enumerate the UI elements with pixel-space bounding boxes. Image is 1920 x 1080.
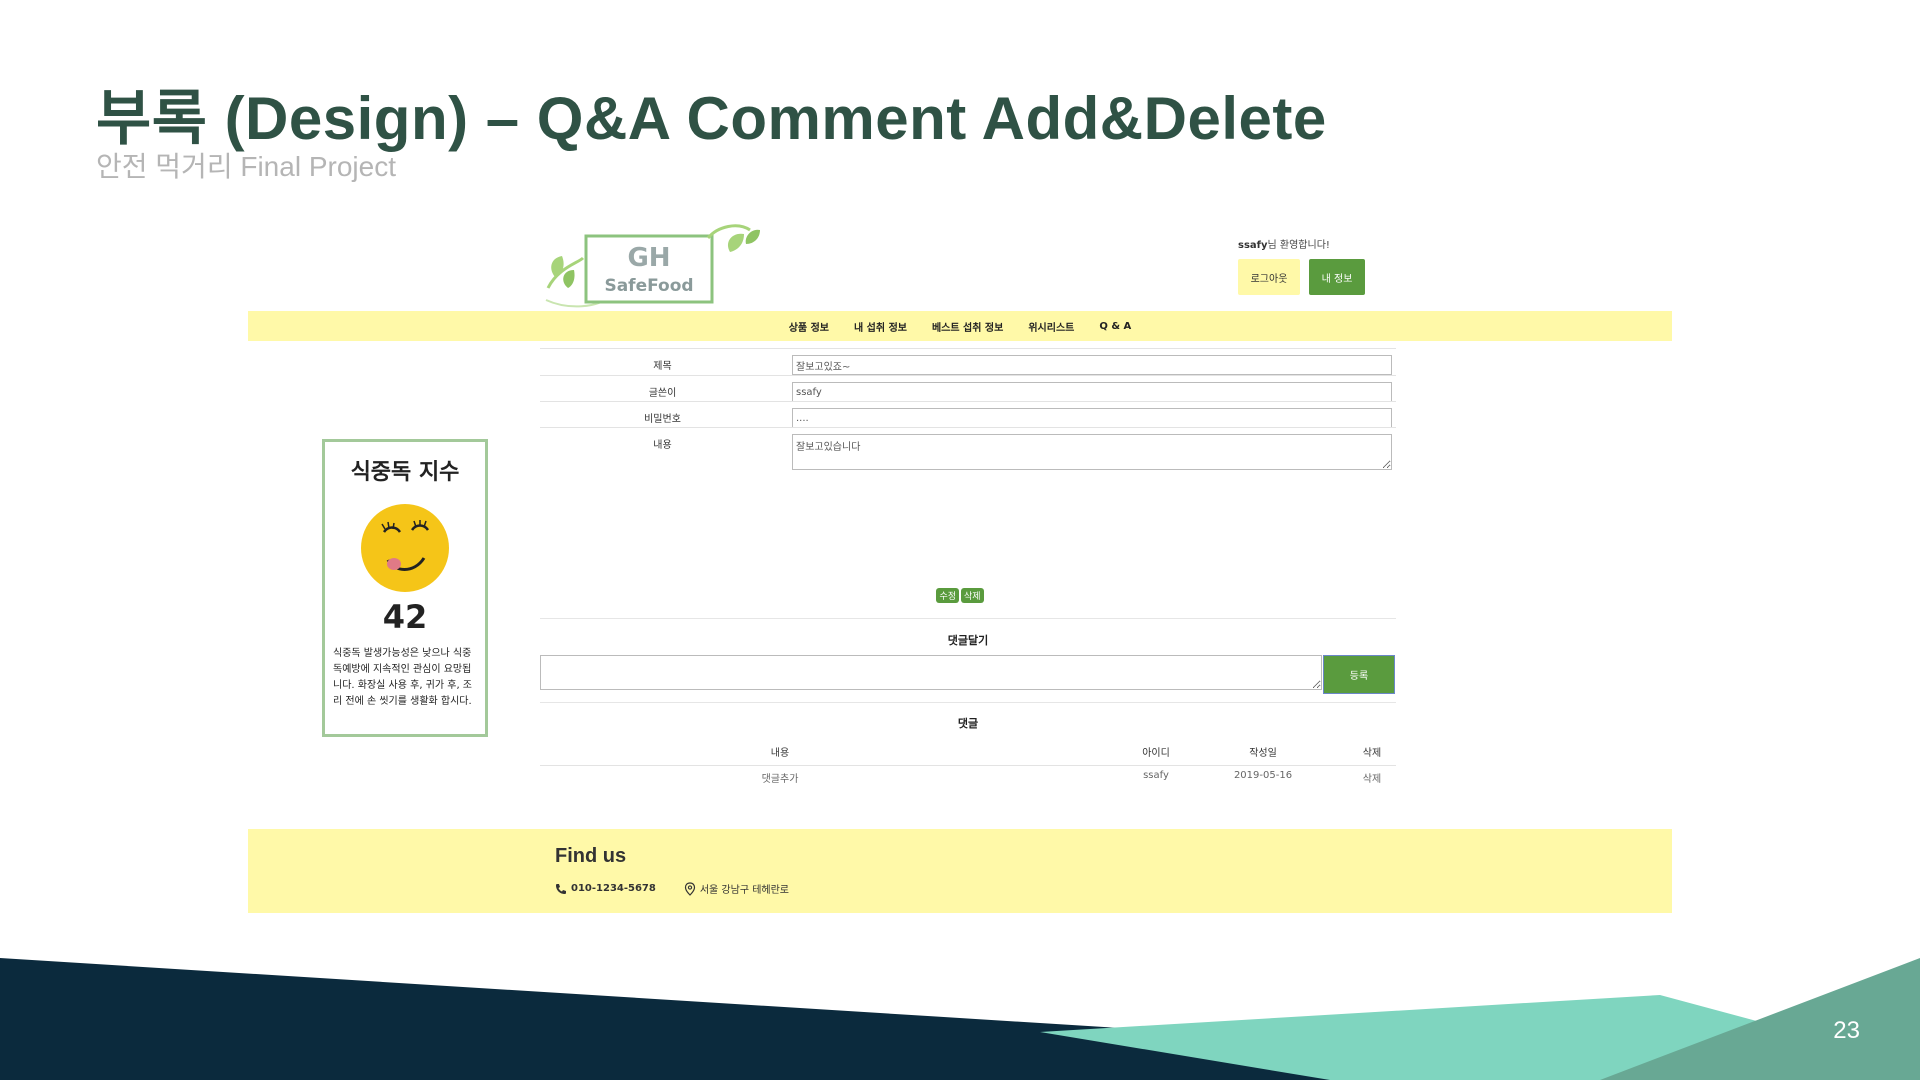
nav-item-wishlist[interactable]: 위시리스트 [1028,319,1074,334]
logo-text-bottom: SafeFood [604,276,693,296]
form-row-title: 제목 [540,348,1396,375]
phone-icon [556,883,566,894]
table-row: 댓글추가 ssafy 2019-05-16 삭제 [540,770,1396,792]
main-navbar: 상품 정보 내 섭취 정보 베스트 섭취 정보 위시리스트 Q & A [248,311,1672,341]
column-header-date: 작성일 [1249,748,1277,759]
app-screenshot: GH SafeFood ssafy님 환영합니다! 로그아웃 내 정보 상품 정… [248,212,1672,917]
title-label: 제목 [653,361,672,372]
widget-score: 42 [382,598,428,636]
divider [540,618,1396,619]
comment-content: 댓글추가 [761,774,799,785]
edit-button-group: 수정 삭제 [248,588,1672,603]
form-row-content: 내용 잘보고있습니다 [540,427,1396,477]
footer-contact: 010-1234-5678 서울 강남구 테헤란로 [555,881,789,896]
footer-phone: 010-1234-5678 [571,883,656,894]
slide-title: 부록 (Design) – Q&A Comment Add&Delete [96,85,1327,152]
form-row-password: 비밀번호 [540,401,1396,428]
widget-description: 식중독 발생가능성은 낮으나 식중독예방에 지속적인 관심이 요망됩니다. 화장… [333,648,473,707]
content-label: 내용 [653,440,672,451]
comments-heading: 댓글 [957,717,979,730]
welcome-message: ssafy님 환영합니다! [1238,236,1330,251]
welcome-user: ssafy [1238,240,1268,251]
comment-form-heading: 댓글달기 [947,634,989,647]
column-header-content: 내용 [770,748,790,759]
author-input[interactable] [792,382,1392,402]
column-header-id: 아이디 [1142,748,1170,759]
leaf-icon [706,224,760,252]
welcome-suffix: 님 환영합니다! [1267,240,1330,251]
content-textarea[interactable]: 잘보고있습니다 [792,434,1392,470]
form-row-author: 글쓴이 [540,375,1396,402]
widget-title: 식중독 지수 [350,460,460,485]
password-input[interactable] [792,408,1392,428]
site-footer: Find us 010-1234-5678 서울 강남구 테헤란로 [248,829,1672,913]
title-input[interactable] [792,355,1392,375]
edit-button[interactable]: 수정 [936,588,959,603]
page-number: 23 [1833,1017,1860,1044]
nav-item-my-intake[interactable]: 내 섭취 정보 [854,319,907,334]
logo-text-top: GH [627,243,670,273]
gh-safefood-logo[interactable]: GH SafeFood [538,218,764,314]
comment-user-id: ssafy [1143,770,1169,781]
comments-table-header: 내용 아이디 작성일 삭제 [540,744,1396,766]
footer-address: 서울 강남구 테헤란로 [699,885,790,896]
comment-date: 2019-05-16 [1233,770,1293,781]
footer-title: Find us [555,845,627,867]
smiley-face-icon [361,504,449,592]
location-pin-icon [684,881,695,896]
comment-delete-link[interactable]: 삭제 [1352,770,1392,785]
nav-item-product-info[interactable]: 상품 정보 [789,319,829,334]
column-header-delete: 삭제 [1362,748,1382,759]
slide-subtitle: 안전 먹거리 Final Project [96,151,396,182]
comment-submit-button[interactable]: 등록 [1323,655,1395,694]
my-info-button[interactable]: 내 정보 [1309,259,1365,295]
divider [540,702,1396,703]
nav-item-best-intake[interactable]: 베스트 섭취 정보 [932,319,1003,334]
logout-button[interactable]: 로그아웃 [1238,259,1300,295]
nav-item-qna[interactable]: Q & A [1099,321,1131,332]
password-label: 비밀번호 [644,414,681,425]
author-label: 글쓴이 [648,388,677,399]
comment-input[interactable] [540,655,1322,690]
delete-button[interactable]: 삭제 [961,588,984,603]
